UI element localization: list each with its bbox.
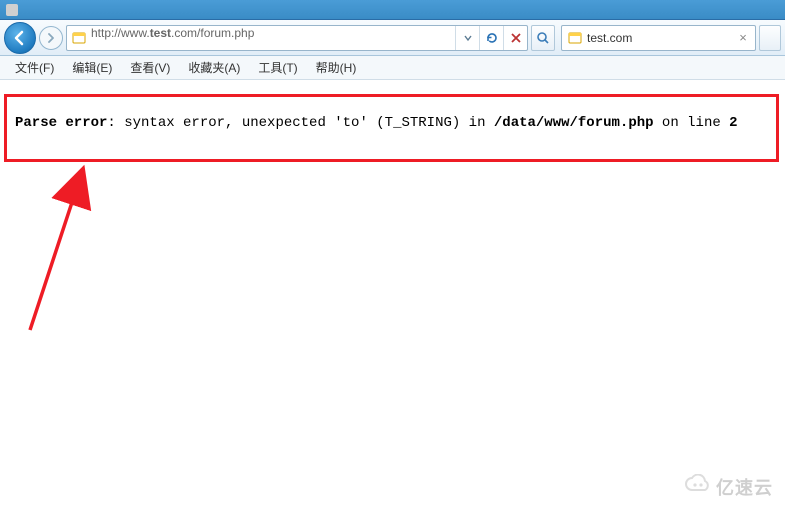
error-highlight-box: Parse error: syntax error, unexpected 't… xyxy=(4,94,779,162)
cloud-icon xyxy=(684,474,712,500)
new-tab-button[interactable] xyxy=(759,25,781,51)
tab-active[interactable]: test.com × xyxy=(561,25,756,51)
search-button[interactable] xyxy=(531,25,555,51)
close-icon xyxy=(510,32,522,44)
menu-favorites[interactable]: 收藏夹(A) xyxy=(179,56,249,79)
search-icon xyxy=(536,31,550,45)
error-msg-part1: : syntax error, unexpected 'to' (T_STRIN… xyxy=(107,115,493,131)
arrow-right-icon xyxy=(46,33,56,43)
menu-edit[interactable]: 编辑(E) xyxy=(63,56,121,79)
watermark-text: 亿速云 xyxy=(716,474,773,500)
error-path: /data/www/forum.php xyxy=(494,115,654,131)
error-line: 2 xyxy=(729,115,737,131)
site-favicon xyxy=(67,31,91,45)
tab-favicon xyxy=(568,31,582,45)
url-input[interactable]: http://www.test.com/forum.php xyxy=(91,26,455,50)
menu-tools[interactable]: 工具(T) xyxy=(249,56,306,79)
window-titlebar xyxy=(0,0,785,20)
menu-view[interactable]: 查看(V) xyxy=(121,56,179,79)
chevron-down-icon xyxy=(464,34,472,42)
tab-close-button[interactable]: × xyxy=(737,32,749,44)
refresh-button[interactable] xyxy=(479,26,503,50)
url-dropdown-button[interactable] xyxy=(455,26,479,50)
tab-label: test.com xyxy=(587,31,732,45)
forward-button[interactable] xyxy=(39,26,63,50)
arrow-left-icon xyxy=(12,30,28,46)
titlebar-favicon xyxy=(6,4,18,16)
watermark: 亿速云 xyxy=(684,474,773,500)
page-content: Parse error: syntax error, unexpected 't… xyxy=(0,80,785,510)
menu-help[interactable]: 帮助(H) xyxy=(307,56,366,79)
tab-strip: test.com × xyxy=(561,25,781,51)
annotation-arrow-icon xyxy=(20,160,130,340)
refresh-icon xyxy=(485,31,499,45)
browser-navbar: http://www.test.com/forum.php test.com × xyxy=(0,20,785,56)
address-bar[interactable]: http://www.test.com/forum.php xyxy=(66,25,528,51)
back-button[interactable] xyxy=(4,22,36,54)
stop-button[interactable] xyxy=(503,26,527,50)
menu-bar: 文件(F) 编辑(E) 查看(V) 收藏夹(A) 工具(T) 帮助(H) xyxy=(0,56,785,80)
error-label: Parse error xyxy=(15,115,107,131)
menu-file[interactable]: 文件(F) xyxy=(6,56,63,79)
error-msg-part2: on line xyxy=(654,115,730,131)
